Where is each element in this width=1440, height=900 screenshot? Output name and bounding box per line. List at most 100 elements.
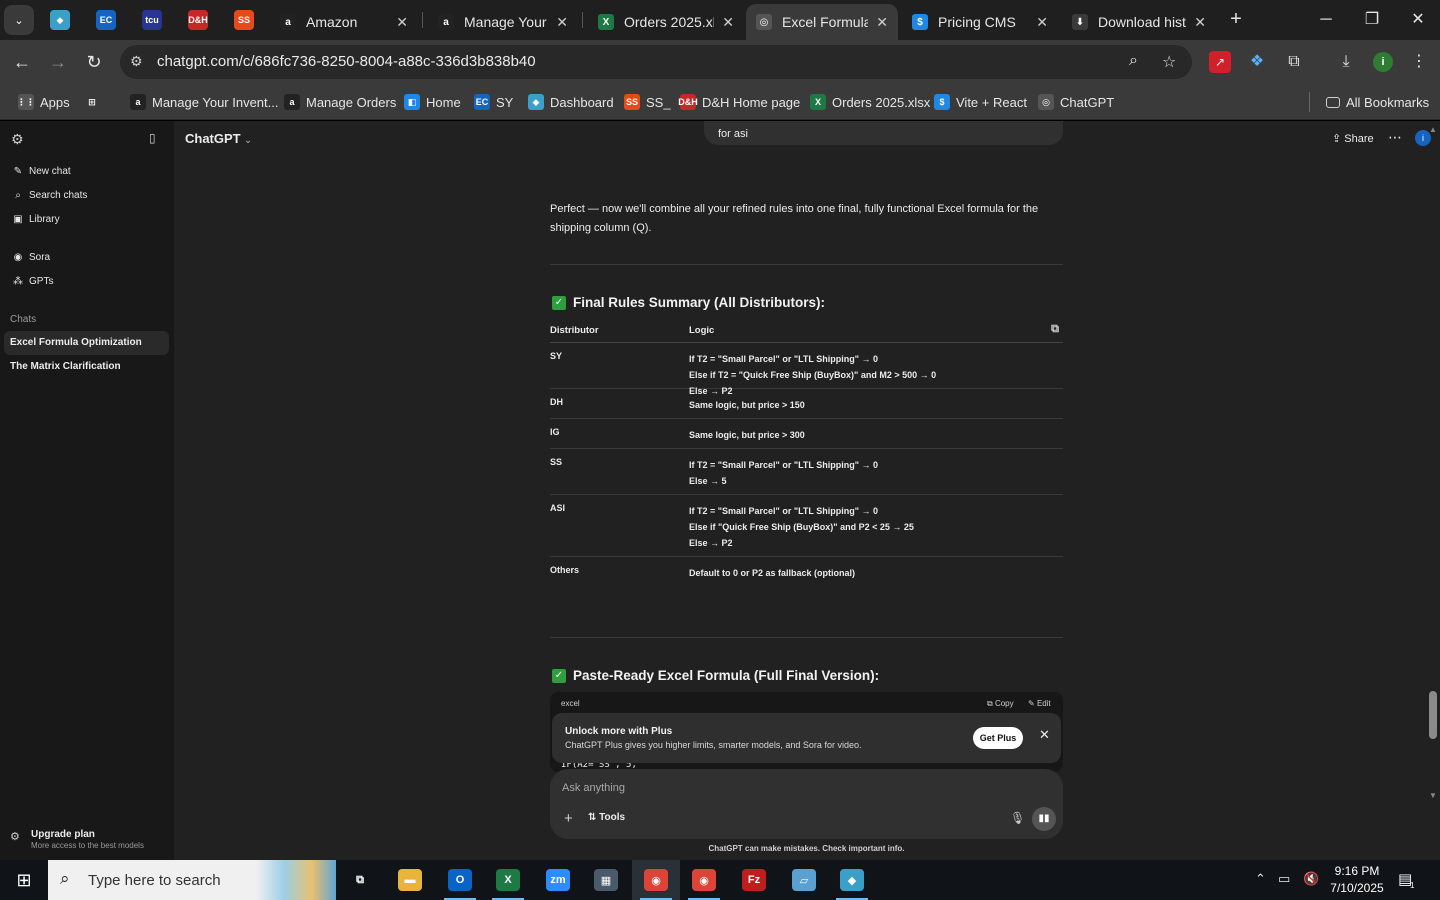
bookmark-item[interactable]: X Orders 2025.xlsx bbox=[810, 92, 930, 112]
tools-button[interactable]: ⇅ Tools bbox=[588, 812, 625, 823]
extension-red-icon[interactable]: ↗ bbox=[1209, 51, 1231, 73]
sidebar-sora[interactable]: ◉ Sora bbox=[12, 252, 51, 263]
notepad-icon: ▱ bbox=[792, 869, 816, 891]
browser-tab[interactable]: a Amazon ✕ bbox=[270, 4, 418, 40]
pinned-tab[interactable]: tcu bbox=[140, 8, 164, 32]
taskbar-clock[interactable]: 9:16 PM 7/10/2025 bbox=[1320, 863, 1394, 897]
close-tab-icon[interactable]: ✕ bbox=[1036, 14, 1048, 31]
bookmark-item[interactable]: a Manage Orders bbox=[284, 92, 396, 112]
show-hidden-icons[interactable]: ⌃ bbox=[1255, 871, 1266, 887]
taskbar-app-zoom[interactable]: zm bbox=[534, 860, 582, 900]
taskbar-app-app-diamond[interactable]: ◆ bbox=[828, 860, 876, 900]
add-attachment-icon[interactable]: + bbox=[564, 810, 573, 827]
bookmark-item[interactable]: EC SY bbox=[474, 92, 513, 112]
new-tab-button[interactable]: + bbox=[1224, 8, 1248, 32]
extension-blue-icon[interactable]: ❖ bbox=[1246, 51, 1268, 73]
bookmark-item[interactable]: $ Vite + React bbox=[934, 92, 1027, 112]
downloads-icon[interactable]: ⤓ bbox=[1335, 51, 1357, 73]
extensions-puzzle-icon[interactable]: ⧉ bbox=[1283, 51, 1305, 73]
share-button[interactable]: ⇪ Share bbox=[1332, 132, 1374, 145]
sidebar-gpts[interactable]: ⁂ GPTs bbox=[12, 276, 53, 287]
scroll-up-icon[interactable]: ▲ bbox=[1429, 125, 1437, 134]
all-bookmarks[interactable]: All Bookmarks bbox=[1326, 92, 1429, 112]
taskbar-app-calculator[interactable]: ▦ bbox=[582, 860, 630, 900]
browser-tab[interactable]: ⬇ Download history ✕ bbox=[1062, 4, 1216, 40]
upgrade-plan-button[interactable]: ⚙ Upgrade plan More access to the best m… bbox=[10, 829, 144, 850]
reload-icon[interactable]: ↻ bbox=[82, 50, 106, 74]
windows-start-icon[interactable]: ⊞ bbox=[0, 860, 48, 900]
bookmark-item[interactable]: a Manage Your Invent... bbox=[130, 92, 278, 112]
back-icon[interactable]: ← bbox=[10, 50, 34, 74]
sidebar-search-chats[interactable]: ⌕ Search chats bbox=[12, 190, 87, 201]
profile-avatar[interactable]: i bbox=[1373, 52, 1393, 72]
tab-search-button[interactable]: ⌄ bbox=[4, 5, 34, 35]
chat-history-item[interactable]: The Matrix Clarification bbox=[4, 355, 169, 379]
browser-tab[interactable]: $ Pricing CMS ✕ bbox=[902, 4, 1058, 40]
close-tab-icon[interactable]: ✕ bbox=[556, 14, 568, 31]
get-plus-button[interactable]: Get Plus bbox=[973, 727, 1023, 749]
bookmark-item[interactable]: ◆ Dashboard bbox=[528, 92, 614, 112]
sora-icon: ◉ bbox=[13, 252, 23, 263]
bookmark-item[interactable]: D&H D&H Home page bbox=[678, 92, 800, 112]
more-options-icon[interactable]: ⋯ bbox=[1388, 129, 1402, 146]
site-info-icon[interactable]: ⚙ bbox=[130, 53, 143, 70]
zoom-icon[interactable]: ⌕ bbox=[1129, 52, 1138, 70]
close-icon[interactable]: ✕ bbox=[1039, 727, 1050, 743]
model-selector[interactable]: ChatGPT ⌄ bbox=[185, 131, 252, 146]
bookmark-item[interactable]: ⋮⋮ Apps bbox=[17, 92, 70, 112]
upgrade-icon: ⚙ bbox=[10, 831, 20, 843]
taskbar-app-excel[interactable]: X bbox=[484, 860, 532, 900]
scroll-down-icon[interactable]: ▼ bbox=[1429, 791, 1437, 800]
minimize-button[interactable]: ─ bbox=[1314, 8, 1338, 32]
chat-history-item[interactable]: Excel Formula Optimization bbox=[4, 331, 169, 355]
taskbar-app-chrome-profile-2[interactable]: ◉ bbox=[680, 860, 728, 900]
pinned-tab[interactable]: D&H bbox=[186, 8, 210, 32]
taskbar-search[interactable]: ⌕ Type here to search bbox=[48, 860, 336, 900]
address-bar[interactable]: ⚙ chatgpt.com/c/686fc736-8250-8004-a88c-… bbox=[120, 45, 1192, 79]
browser-menu-icon[interactable]: ⋮ bbox=[1408, 51, 1430, 73]
close-tab-icon[interactable]: ✕ bbox=[396, 14, 408, 31]
browser-tab[interactable]: a Manage Your Inventory ✕ bbox=[428, 4, 578, 40]
bookmark-item[interactable]: ◎ ChatGPT bbox=[1038, 92, 1114, 112]
volume-muted-icon[interactable]: 🔇 bbox=[1303, 871, 1319, 887]
taskbar-app-chrome[interactable]: ◉ bbox=[632, 860, 680, 900]
pinned-tab[interactable]: SS bbox=[232, 8, 256, 32]
toggle-sidebar-icon[interactable]: ▯ bbox=[149, 131, 156, 145]
pinned-tab[interactable]: ◆ bbox=[48, 8, 72, 32]
bookmark-item[interactable]: ◧ Home bbox=[404, 92, 461, 112]
bookmark-label: ChatGPT bbox=[1060, 94, 1115, 110]
prompt-input[interactable] bbox=[562, 779, 982, 797]
network-icon[interactable]: ▭ bbox=[1278, 871, 1290, 887]
close-window-button[interactable]: ✕ bbox=[1406, 8, 1430, 32]
bookmark-item[interactable]: SS SS_ bbox=[624, 92, 671, 112]
taskbar-app-notepad[interactable]: ▱ bbox=[780, 860, 828, 900]
scroll-thumb[interactable] bbox=[1429, 691, 1437, 739]
microphone-icon[interactable]: 🎙 bbox=[1010, 811, 1025, 825]
taskbar-app-filezilla[interactable]: Fz bbox=[730, 860, 778, 900]
browser-tab[interactable]: X Orders 2025.xlsx ✕ bbox=[588, 4, 744, 40]
address-url[interactable]: chatgpt.com/c/686fc736-8250-8004-a88c-33… bbox=[157, 53, 536, 70]
forward-icon[interactable]: → bbox=[46, 50, 70, 74]
sidebar-new-chat[interactable]: ✎ New chat bbox=[12, 166, 71, 177]
sidebar-library[interactable]: ▣ Library bbox=[12, 214, 59, 225]
folder-icon bbox=[1326, 96, 1340, 108]
taskbar-app-file-explorer[interactable]: ▬ bbox=[386, 860, 434, 900]
voice-mode-icon[interactable]: ▮▮ bbox=[1032, 807, 1056, 831]
openai-logo-icon[interactable]: ⚙ bbox=[11, 131, 24, 148]
bookmark-item[interactable]: ⊞ bbox=[84, 92, 106, 112]
taskbar-app-outlook[interactable]: O bbox=[436, 860, 484, 900]
close-tab-icon[interactable]: ✕ bbox=[876, 14, 888, 31]
pinned-tab[interactable]: EC bbox=[94, 8, 118, 32]
logic-line: Else → P2 bbox=[689, 538, 733, 548]
tab-title: Excel Formula Optimization bbox=[782, 14, 869, 30]
browser-tab[interactable]: ◎ Excel Formula Optimization ✕ bbox=[746, 4, 898, 40]
close-tab-icon[interactable]: ✕ bbox=[1194, 14, 1206, 31]
taskbar-app-task-view[interactable]: ⧉ bbox=[336, 860, 384, 900]
code-edit-button[interactable]: ✎ Edit bbox=[1028, 699, 1051, 708]
copy-table-icon[interactable]: ⧉ bbox=[1051, 323, 1059, 336]
restore-button[interactable]: ❐ bbox=[1360, 8, 1384, 32]
scrollbar[interactable]: ▲ ▼ bbox=[1427, 121, 1440, 860]
close-tab-icon[interactable]: ✕ bbox=[722, 14, 734, 31]
bookmark-star-icon[interactable]: ☆ bbox=[1162, 52, 1176, 72]
code-copy-button[interactable]: ⧉ Copy bbox=[987, 699, 1014, 709]
